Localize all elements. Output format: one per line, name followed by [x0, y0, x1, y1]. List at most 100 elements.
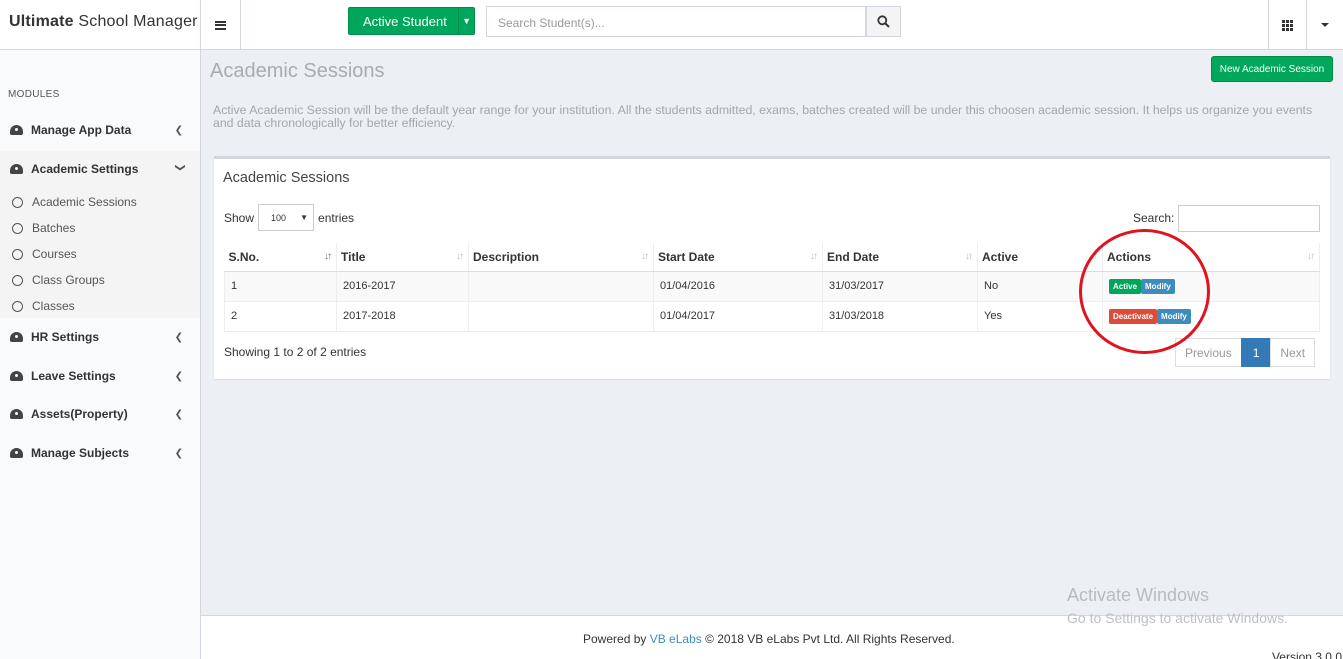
- sidebar-toggle-button[interactable]: [201, 0, 241, 50]
- pagination: Previous 1 Next: [1175, 338, 1316, 367]
- activate-windows-title: Activate Windows: [1067, 585, 1210, 605]
- sidebar-item-label: HR Settings: [31, 330, 100, 344]
- sidebar-item-hr-settings[interactable]: HR Settings ❮: [0, 319, 200, 355]
- box-title: Academic Sessions: [223, 170, 350, 186]
- sort-icon: ↓↑: [965, 251, 973, 262]
- search-icon: [877, 15, 890, 28]
- cell-description: [468, 270, 654, 302]
- cell-start-date: 01/04/2017: [653, 300, 823, 332]
- activate-windows-subtitle: Go to Settings to activate Windows.: [1067, 610, 1288, 626]
- sidebar-subitem-label: Courses: [32, 247, 77, 261]
- sort-icon: ↓↑: [641, 251, 649, 262]
- user-menu-button[interactable]: [1306, 0, 1343, 50]
- sidebar-item-label: Leave Settings: [31, 369, 116, 383]
- sort-asc-icon: ↓↑: [324, 251, 332, 262]
- new-academic-session-button[interactable]: New Academic Session: [1211, 56, 1333, 82]
- chevron-left-icon: ❮: [174, 371, 183, 382]
- cell-end-date: 31/03/2017: [822, 270, 978, 302]
- active-student-label: Active Student: [363, 13, 447, 29]
- chevron-left-icon: ❮: [174, 409, 183, 420]
- sidebar-item-leave-settings[interactable]: Leave Settings ❮: [0, 358, 200, 394]
- dashboard-icon: [10, 371, 24, 381]
- cell-sno: 1: [224, 270, 337, 302]
- info-text: Active Academic Session will be the defa…: [213, 103, 1313, 130]
- app-logo[interactable]: Ultimate School Manager: [0, 0, 201, 50]
- dashboard-icon: [10, 332, 24, 342]
- cell-title: 2017-2018: [336, 300, 469, 332]
- column-label: Title: [341, 249, 366, 264]
- page-1-button[interactable]: 1: [1240, 338, 1272, 367]
- caret-down-icon[interactable]: ▼: [458, 8, 474, 34]
- active-student-dropdown[interactable]: Active Student ▼: [348, 7, 475, 35]
- search-label: Search:: [1133, 211, 1175, 225]
- sidebar-subitem-label: Academic Sessions: [32, 195, 137, 209]
- student-search-input[interactable]: Search Student(s)...: [486, 6, 866, 37]
- sidebar-subitem-classes[interactable]: Classes: [12, 299, 75, 313]
- circle-icon: [12, 300, 23, 312]
- circle-icon: [12, 196, 23, 208]
- sidebar-subitem-courses[interactable]: Courses: [12, 247, 77, 261]
- page-title: Academic Sessions: [210, 60, 385, 82]
- sidebar-item-label: Assets(Property): [31, 407, 128, 421]
- column-header-start-date[interactable]: Start Date ↓↑: [653, 243, 823, 272]
- dashboard-icon: [10, 164, 24, 174]
- column-header-end-date[interactable]: End Date ↓↑: [822, 243, 978, 272]
- next-page-button[interactable]: Next: [1270, 338, 1316, 367]
- sidebar-item-academic-settings[interactable]: Academic Settings ❮: [0, 151, 200, 187]
- red-circle-annotation: [1079, 229, 1210, 354]
- chevron-left-icon: ❮: [174, 448, 183, 459]
- sort-icon: ↓↑: [1307, 251, 1315, 262]
- column-header-description[interactable]: Description ↓↑: [468, 243, 654, 272]
- chevron-left-icon: ❮: [174, 125, 183, 136]
- column-header-sno[interactable]: S.No. ↓↑: [224, 243, 337, 272]
- chevron-down-icon: ❮: [174, 163, 186, 172]
- circle-icon: [12, 248, 23, 260]
- circle-icon: [12, 222, 23, 234]
- sidebar-item-assets[interactable]: Assets(Property) ❮: [0, 396, 200, 432]
- powered-by-label: Powered by: [583, 632, 650, 646]
- sidebar-subitem-class-groups[interactable]: Class Groups: [12, 273, 105, 287]
- column-label: Active: [982, 249, 1019, 264]
- entries-length-control: Show 100 entries: [224, 204, 354, 231]
- modules-header: MODULES: [8, 89, 60, 100]
- previous-page-button[interactable]: Previous: [1175, 338, 1242, 367]
- sidebar-item-manage-app-data[interactable]: Manage App Data ❮: [0, 112, 200, 148]
- cell-start-date: 01/04/2016: [653, 270, 823, 302]
- dashboard-icon: [10, 409, 24, 419]
- chevron-left-icon: ❮: [174, 332, 183, 343]
- sidebar-subitem-batches[interactable]: Batches: [12, 221, 75, 235]
- sidebar-subitem-academic-sessions[interactable]: Academic Sessions: [12, 195, 137, 209]
- column-header-title[interactable]: Title ↓↑: [336, 243, 469, 272]
- sidebar-subitem-label: Batches: [32, 221, 76, 235]
- column-label: End Date: [827, 249, 880, 264]
- dashboard-icon: [10, 448, 24, 458]
- circle-icon: [12, 274, 23, 286]
- sort-icon: ↓↑: [810, 251, 818, 262]
- sidebar-subitem-label: Class Groups: [32, 273, 105, 287]
- sort-icon: ↓↑: [456, 251, 464, 262]
- cell-description: [468, 300, 654, 332]
- footer-text: Powered by VB eLabs © 2018 VB eLabs Pvt …: [583, 632, 955, 646]
- sidebar-item-manage-subjects[interactable]: Manage Subjects ❮: [0, 435, 200, 471]
- column-label: Description: [473, 249, 540, 264]
- table-info: Showing 1 to 2 of 2 entries: [224, 345, 367, 359]
- brand-bold: Ultimate: [9, 13, 74, 30]
- cell-sno: 2: [224, 300, 337, 332]
- search-button[interactable]: [866, 6, 901, 37]
- entries-select[interactable]: 100: [258, 204, 315, 231]
- vb-elabs-link[interactable]: VB eLabs: [650, 632, 702, 646]
- caret-down-icon: [1321, 23, 1329, 27]
- cell-title: 2016-2017: [336, 270, 469, 302]
- sidebar: MODULES Manage App Data ❮ Academic Setti…: [0, 50, 201, 659]
- hamburger-icon: [215, 20, 226, 30]
- sidebar-subitem-label: Classes: [32, 299, 75, 313]
- table-search-input[interactable]: [1178, 205, 1320, 232]
- apps-menu-button[interactable]: [1268, 0, 1306, 50]
- column-label: Start Date: [658, 249, 715, 264]
- cell-end-date: 31/03/2018: [822, 300, 978, 332]
- entries-label: entries: [318, 210, 355, 225]
- top-navbar: Ultimate School Manager Active Student ▼…: [0, 0, 1343, 50]
- dashboard-icon: [10, 125, 24, 135]
- sidebar-item-label: Academic Settings: [31, 162, 139, 176]
- sidebar-item-label: Manage Subjects: [31, 446, 130, 460]
